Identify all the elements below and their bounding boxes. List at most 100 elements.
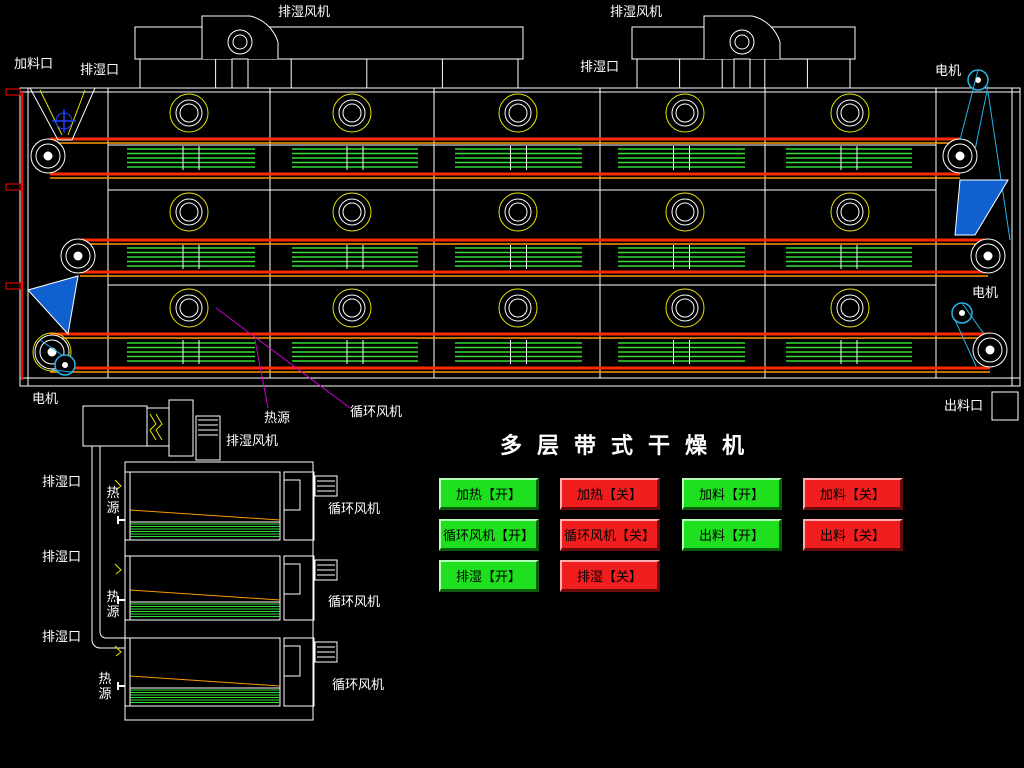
label-side-heat-3: 热源 — [98, 672, 112, 702]
feed-on-button[interactable]: 加料【开】 — [682, 478, 782, 510]
heat-on-button[interactable]: 加热【开】 — [439, 478, 539, 510]
discharge-chute — [991, 391, 1019, 421]
motor-pulley-axle-1 — [959, 310, 965, 316]
exhaust-fan-duct-1 — [733, 58, 751, 89]
label-side-exhaust-port-3: 排湿口 — [42, 630, 82, 645]
circulation-fan-core — [840, 202, 860, 222]
circulation-fan-core — [342, 103, 362, 123]
roller-axle — [985, 345, 995, 355]
label-side-heat-2: 热源 — [106, 590, 120, 620]
label-motor-top-right: 电机 — [935, 64, 962, 79]
label-exhaust-fan-top-left: 排湿风机 — [278, 5, 331, 20]
label-side-circ-fan-3: 循环风机 — [332, 678, 385, 693]
conveyor-belts — [50, 137, 990, 373]
leader-heat-source — [254, 339, 269, 409]
side-level-chamber — [129, 637, 281, 707]
label-heat-source: 热源 — [264, 411, 291, 426]
motor-pulley-axle-2 — [62, 362, 68, 368]
side-circ-fan-cone — [284, 479, 301, 511]
side-circ-fan-cone — [284, 645, 301, 677]
label-discharge-port: 出料口 — [944, 399, 984, 414]
side-circ-fan-cone — [284, 563, 301, 595]
circulation-fan-core — [840, 103, 860, 123]
circulation-fan-off-button[interactable]: 循环风机【关】 — [560, 519, 660, 551]
label-motor-mid-right: 电机 — [972, 286, 999, 301]
dryer-schematic — [5, 15, 1021, 721]
side-exhaust-port — [124, 555, 131, 621]
exhaust-fan-hub-1 — [729, 29, 755, 55]
side-belt-slope — [129, 589, 281, 601]
exhaust-fan-hub-0 — [227, 29, 253, 55]
side-circ-fan-housing — [283, 637, 315, 707]
side-belt-slope — [129, 509, 281, 521]
roller-axle — [983, 251, 993, 261]
side-circ-fan-housing — [283, 471, 315, 541]
label-exhaust-port-top-left: 排湿口 — [80, 63, 120, 78]
feed-hopper-edge — [67, 89, 86, 136]
drive-belt — [974, 85, 989, 151]
circulation-fan-core — [342, 298, 362, 318]
side-exhaust-port — [124, 471, 131, 541]
drive-belt — [987, 91, 1011, 241]
page-title: 多层带式干燥机 — [500, 434, 760, 459]
side-exhaust-fan-body — [168, 399, 194, 457]
side-level-chamber — [129, 471, 281, 541]
label-side-exhaust-port-2: 排湿口 — [42, 550, 82, 565]
transfer-hopper-right — [954, 179, 1009, 236]
heat-off-button[interactable]: 加热【关】 — [560, 478, 660, 510]
circulation-fan-core — [179, 298, 199, 318]
label-feed-inlet: 加料口 — [14, 57, 54, 72]
side-exhaust-port — [124, 637, 131, 707]
feed-off-button[interactable]: 加料【关】 — [803, 478, 903, 510]
label-exhaust-port-top-right: 排湿口 — [580, 60, 620, 75]
circulation-fan-core — [179, 103, 199, 123]
circulation-fan-core — [342, 202, 362, 222]
label-side-heat-1: 热源 — [106, 486, 120, 516]
exhaust-on-button[interactable]: 排湿【开】 — [439, 560, 539, 592]
exhaust-fan-housings — [134, 15, 856, 89]
circulation-fan-core — [179, 202, 199, 222]
left-nozzle-2 — [5, 282, 21, 290]
exhaust-fan-base-0 — [139, 58, 519, 89]
circulation-fan-core — [508, 202, 528, 222]
circulation-fan-core — [675, 103, 695, 123]
drive-belt — [954, 319, 977, 367]
side-fan-bolt — [149, 413, 157, 441]
side-exhaust-fan-motor — [146, 407, 170, 447]
label-side-circ-fan-2: 循环风机 — [328, 595, 381, 610]
side-belt-slope — [129, 675, 281, 687]
annotation-lines — [215, 307, 351, 409]
side-bolt — [114, 563, 122, 575]
discharge-on-button[interactable]: 出料【开】 — [682, 519, 782, 551]
circulation-fan-core — [840, 298, 860, 318]
side-level-chamber — [129, 555, 281, 621]
label-side-exhaust-fan: 排湿风机 — [226, 434, 279, 449]
left-nozzle-0 — [5, 88, 21, 96]
label-side-circ-fan-1: 循环风机 — [328, 502, 381, 517]
roller-axle — [955, 151, 965, 161]
circulation-fan-core — [675, 298, 695, 318]
label-side-exhaust-port-1: 排湿口 — [42, 475, 82, 490]
discharge-off-button[interactable]: 出料【关】 — [803, 519, 903, 551]
drying-chambers — [127, 93, 912, 364]
circulation-fan-core — [508, 298, 528, 318]
main-dryer-frame — [5, 87, 1021, 387]
outer-frame — [19, 87, 1021, 387]
exhaust-off-button[interactable]: 排湿【关】 — [560, 560, 660, 592]
side-exhaust-duct — [195, 415, 221, 461]
label-motor-bottom-left: 电机 — [32, 392, 59, 407]
side-circ-fan-housing — [283, 555, 315, 621]
side-fan-bolt — [155, 413, 163, 441]
transfer-hopper-left — [27, 275, 79, 336]
label-exhaust-fan-top-right: 排湿风机 — [610, 5, 663, 20]
roller-axle — [47, 347, 57, 357]
roller-axle — [73, 251, 83, 261]
circulation-fan-core — [508, 103, 528, 123]
exhaust-fan-housing-0 — [134, 26, 524, 60]
left-nozzle-1 — [5, 183, 21, 191]
circulation-fan-core — [675, 202, 695, 222]
roller-axle — [43, 151, 53, 161]
circulation-fan-on-button[interactable]: 循环风机【开】 — [439, 519, 539, 551]
feed-hopper-outline — [29, 87, 96, 141]
leader-circ-fan — [215, 307, 351, 409]
